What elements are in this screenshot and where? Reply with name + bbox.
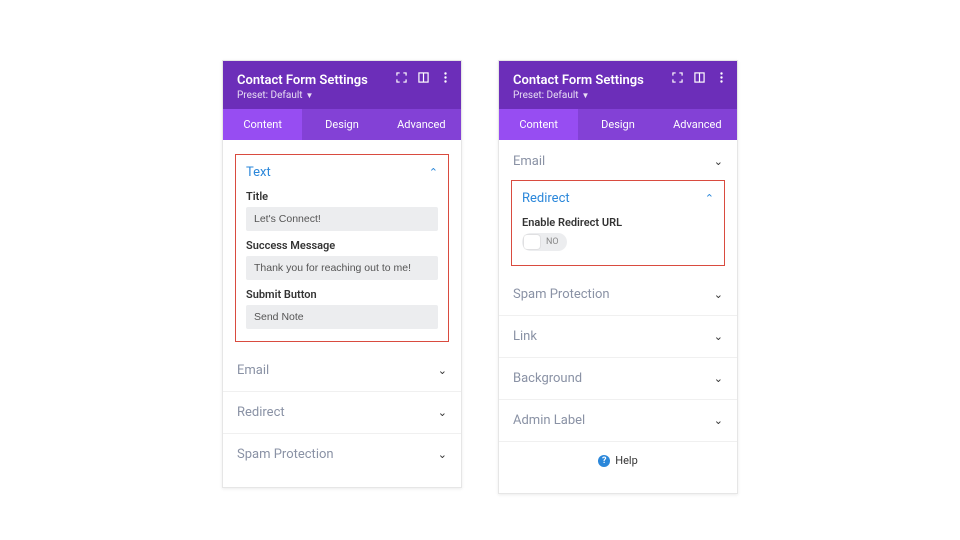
tab-advanced[interactable]: Advanced (658, 109, 737, 140)
row-label: Redirect (237, 405, 285, 420)
tab-content[interactable]: Content (223, 109, 302, 140)
divider (499, 399, 737, 400)
row-redirect[interactable]: Redirect ⌄ (235, 394, 449, 431)
divider (223, 433, 461, 434)
row-background[interactable]: Background ⌄ (511, 360, 725, 397)
help-link[interactable]: ? Help (511, 444, 725, 479)
chevron-down-icon: ⌄ (714, 288, 723, 301)
success-input[interactable] (246, 256, 438, 280)
divider (499, 315, 737, 316)
chevron-down-icon: ⌄ (438, 406, 447, 419)
row-email[interactable]: Email ⌄ (511, 154, 725, 180)
preset-selector[interactable]: Preset: Default ▼ (237, 90, 447, 101)
columns-icon[interactable] (417, 71, 429, 83)
caret-down-icon: ▼ (306, 91, 314, 100)
divider (223, 391, 461, 392)
submit-input[interactable] (246, 305, 438, 329)
tab-advanced[interactable]: Advanced (382, 109, 461, 140)
enable-redirect-toggle[interactable]: NO (522, 233, 567, 251)
panel-body: Text ⌃ Title Success Message Submit Butt… (223, 140, 461, 487)
chevron-down-icon: ⌄ (714, 155, 723, 168)
tab-design[interactable]: Design (578, 109, 657, 140)
section-header-text[interactable]: Text ⌃ (246, 165, 438, 180)
title-input[interactable] (246, 207, 438, 231)
divider (499, 357, 737, 358)
text-section-highlighted: Text ⌃ Title Success Message Submit Butt… (235, 154, 449, 342)
settings-panel-left: Contact Form Settings Preset: Default ▼ … (222, 60, 462, 488)
header-icons (671, 71, 727, 83)
row-label: Email (237, 363, 269, 378)
field-label-success: Success Message (246, 239, 438, 252)
more-icon[interactable] (439, 71, 451, 83)
expand-icon[interactable] (395, 71, 407, 83)
field-label-enable-redirect: Enable Redirect URL (522, 216, 714, 229)
tab-content[interactable]: Content (499, 109, 578, 140)
row-spam[interactable]: Spam Protection ⌄ (511, 276, 725, 313)
panel-body: Email ⌄ Redirect ⌃ Enable Redirect URL N… (499, 140, 737, 493)
tabs: Content Design Advanced (499, 109, 737, 140)
tabs: Content Design Advanced (223, 109, 461, 140)
row-label: Admin Label (513, 413, 585, 428)
toggle-value: NO (546, 237, 559, 247)
settings-panel-right: Contact Form Settings Preset: Default ▼ … (498, 60, 738, 494)
tab-design[interactable]: Design (302, 109, 381, 140)
section-header-redirect[interactable]: Redirect ⌃ (522, 191, 714, 206)
caret-down-icon: ▼ (582, 91, 590, 100)
row-label: Link (513, 329, 537, 344)
row-label: Spam Protection (237, 447, 334, 462)
section-title-label: Text (246, 165, 271, 180)
row-label: Spam Protection (513, 287, 610, 302)
field-label-title: Title (246, 190, 438, 203)
redirect-section-highlighted: Redirect ⌃ Enable Redirect URL NO (511, 180, 725, 266)
row-link[interactable]: Link ⌄ (511, 318, 725, 355)
toggle-knob (524, 235, 540, 249)
chevron-up-icon: ⌃ (705, 192, 714, 205)
header-icons (395, 71, 451, 83)
row-admin-label[interactable]: Admin Label ⌄ (511, 402, 725, 439)
row-email[interactable]: Email ⌄ (235, 352, 449, 389)
panel-header: Contact Form Settings Preset: Default ▼ (499, 61, 737, 109)
divider (499, 441, 737, 442)
chevron-down-icon: ⌄ (714, 414, 723, 427)
section-title-label: Redirect (522, 191, 570, 206)
chevron-down-icon: ⌄ (714, 330, 723, 343)
preset-selector[interactable]: Preset: Default ▼ (513, 90, 723, 101)
chevron-up-icon: ⌃ (429, 166, 438, 179)
chevron-down-icon: ⌄ (714, 372, 723, 385)
field-label-submit: Submit Button (246, 288, 438, 301)
help-icon: ? (598, 455, 610, 467)
columns-icon[interactable] (693, 71, 705, 83)
panel-header: Contact Form Settings Preset: Default ▼ (223, 61, 461, 109)
row-label: Email (513, 154, 545, 169)
preset-label: Preset: Default (237, 90, 303, 101)
chevron-down-icon: ⌄ (438, 448, 447, 461)
row-label: Background (513, 371, 582, 386)
preset-label: Preset: Default (513, 90, 579, 101)
row-spam[interactable]: Spam Protection ⌄ (235, 436, 449, 473)
more-icon[interactable] (715, 71, 727, 83)
help-label: Help (615, 454, 638, 467)
expand-icon[interactable] (671, 71, 683, 83)
chevron-down-icon: ⌄ (438, 364, 447, 377)
